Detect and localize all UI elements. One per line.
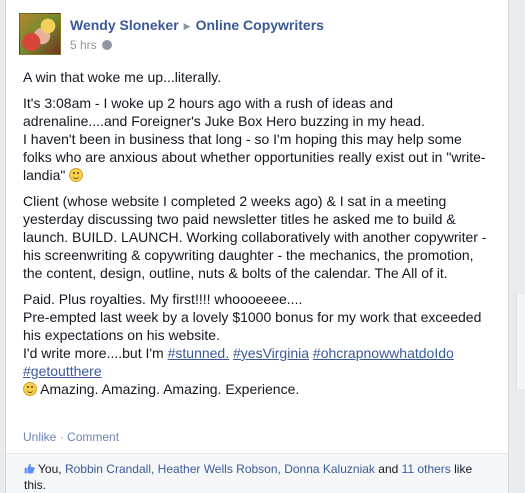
hashtag-link[interactable]: #stunned. [168, 345, 230, 361]
likes-you: You, [38, 462, 62, 476]
post-actions: Unlike · Comment [23, 430, 119, 444]
post-text: A win that woke me up...literally. [23, 69, 222, 85]
smiley-emoji-icon [69, 168, 84, 182]
separator-dot: · [59, 430, 64, 444]
audience-icon[interactable] [101, 40, 112, 50]
post-paragraph: It's 3:08am - I woke up 2 hours ago with… [23, 94, 493, 184]
comment-link[interactable]: Comment [67, 430, 119, 444]
post-text: Pre-empted last week by a lovely $1000 b… [23, 309, 482, 343]
liker-link[interactable]: Donna Kaluzniak [284, 462, 375, 476]
timestamp-link[interactable]: 5 hrs [70, 38, 97, 52]
post-header: Wendy Sloneker ▶ Online Copywriters [70, 17, 324, 35]
unlike-link[interactable]: Unlike [23, 430, 56, 444]
post-text: I'd write more....but I'm [23, 345, 164, 361]
hashtag-link[interactable]: #yesVirginia [233, 345, 309, 361]
smiley-emoji-icon [23, 382, 37, 396]
post-text: It's 3:08am - I woke up 2 hours ago with… [23, 95, 425, 129]
author-avatar[interactable] [19, 13, 61, 55]
likes-and: and [378, 462, 399, 476]
group-name-link[interactable]: Online Copywriters [196, 17, 324, 33]
page-background-strip [509, 0, 525, 493]
post-body: A win that woke me up...literally. It's … [23, 68, 493, 406]
post-text: Paid. Plus royalties. My first!!!! whooo… [23, 291, 303, 307]
post-paragraph: Paid. Plus royalties. My first!!!! whooo… [23, 290, 493, 398]
post-paragraph: A win that woke me up...literally. [23, 68, 493, 86]
liker-link[interactable]: Robbin Crandall, [65, 462, 154, 476]
author-name-link[interactable]: Wendy Sloneker [70, 17, 179, 33]
hashtag-link[interactable]: #getoutthere [23, 363, 102, 379]
triangle-right-icon: ▶ [183, 21, 191, 31]
post-meta: 5 hrs [70, 38, 112, 52]
thumbs-up-icon [24, 463, 35, 474]
others-link[interactable]: 11 others [402, 462, 451, 476]
post-text: I haven't been in business that long - s… [23, 131, 486, 183]
post-text: Amazing. Amazing. Amazing. Experience. [40, 381, 300, 397]
side-panel-edge [516, 294, 525, 389]
liker-link[interactable]: Heather Wells Robson, [158, 462, 281, 476]
post-text: Client (whose website I completed 2 week… [23, 193, 487, 281]
post-paragraph: Client (whose website I completed 2 week… [23, 192, 493, 282]
hashtag-link[interactable]: #ohcrapnowwhatdoIdo [313, 345, 454, 361]
likes-summary: You, Robbin Crandall, Heather Wells Robs… [24, 461, 494, 493]
